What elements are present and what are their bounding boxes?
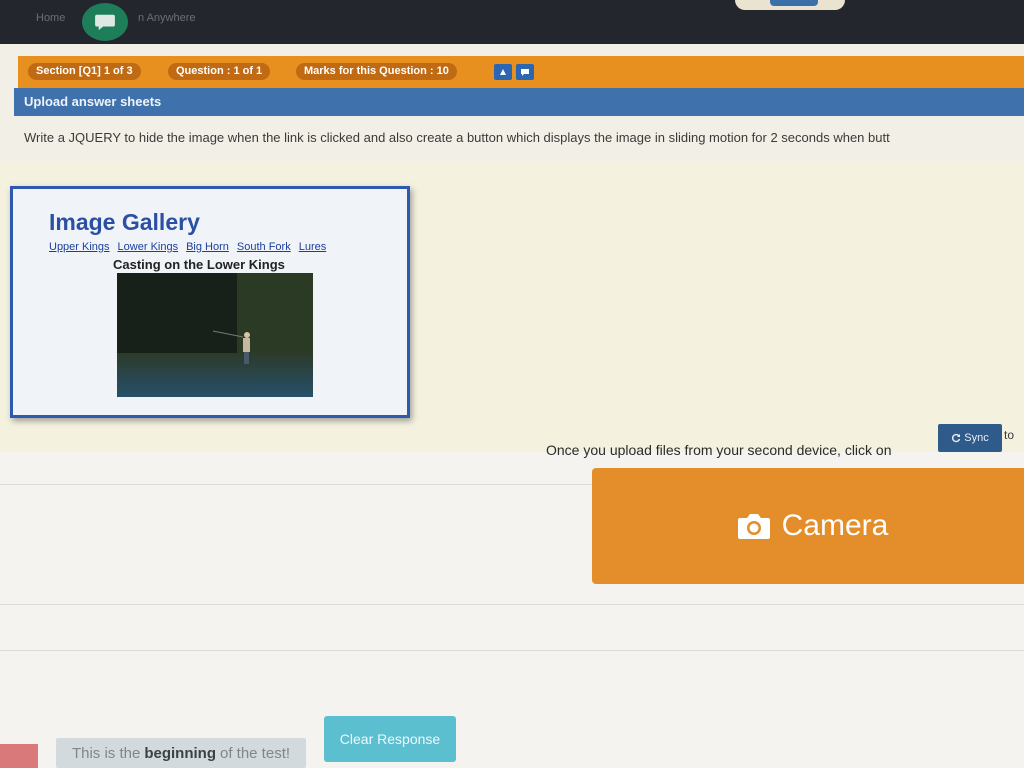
gallery-title: Image Gallery bbox=[49, 209, 200, 235]
sync-icon bbox=[952, 433, 961, 443]
question-pill: Question : 1 of 1 bbox=[168, 63, 271, 80]
divider bbox=[0, 604, 1024, 605]
gallery-link-upper-kings: Upper Kings bbox=[49, 241, 110, 253]
comment-icon[interactable] bbox=[516, 64, 534, 80]
chat-icon[interactable] bbox=[82, 3, 128, 41]
clear-response-button[interactable]: Clear Response bbox=[324, 716, 456, 762]
camera-icon bbox=[737, 514, 770, 539]
question-icon[interactable] bbox=[494, 64, 512, 80]
panel-title: Upload answer sheets bbox=[24, 94, 162, 109]
begin-bold: beginning bbox=[144, 744, 216, 762]
sync-button[interactable]: Sync bbox=[938, 424, 1002, 452]
divider bbox=[0, 650, 1024, 651]
top-bar: Home n Anywhere bbox=[0, 0, 1024, 44]
image-gallery-figure: Image Gallery Upper Kings Lower Kings Big … bbox=[10, 186, 410, 418]
gallery-link-lures: Lures bbox=[298, 241, 327, 253]
section-pill: Section [Q1] 1 of 3 bbox=[28, 63, 141, 80]
gallery-link-lower-kings: Lower Kings bbox=[117, 241, 179, 253]
gallery-link-big-horn: Big Horn bbox=[186, 241, 229, 253]
camera-button[interactable]: Camera bbox=[592, 468, 1024, 584]
question-text: Write a JQUERY to hide the image when th… bbox=[24, 130, 890, 145]
gallery-links: Upper Kings Lower Kings Big Horn South Fork… bbox=[49, 241, 334, 253]
sync-trailing-text: to bbox=[1004, 428, 1015, 442]
gallery-caption: Casting on the Lower Kings bbox=[113, 257, 285, 272]
anywhere-text: n Anywhere bbox=[138, 12, 196, 24]
screen: Section [Q1] 1 of 3 Question : 1 of 1 Ma… bbox=[0, 44, 1024, 768]
marks-pill: Marks for this Question : 10 bbox=[296, 63, 457, 80]
begin-pre: This is the bbox=[71, 744, 141, 762]
home-link[interactable]: Home bbox=[36, 12, 65, 24]
fishing-photo bbox=[117, 273, 313, 397]
beginning-notice: This is the beginning of the test! bbox=[56, 738, 306, 768]
panel-header: Upload answer sheets bbox=[14, 88, 1024, 116]
sync-instruction: Once you upload files from your second d… bbox=[546, 442, 892, 458]
begin-post: of the test! bbox=[219, 744, 291, 762]
camera-label: Camera bbox=[781, 509, 889, 542]
sync-label: Sync bbox=[964, 432, 989, 444]
question-header-bar: Section [Q1] 1 of 3 Question : 1 of 1 Ma… bbox=[18, 56, 1024, 88]
top-pill-button[interactable] bbox=[770, 0, 818, 6]
previous-button[interactable] bbox=[0, 744, 38, 768]
gallery-link-south-fork: South Fork bbox=[236, 241, 291, 253]
